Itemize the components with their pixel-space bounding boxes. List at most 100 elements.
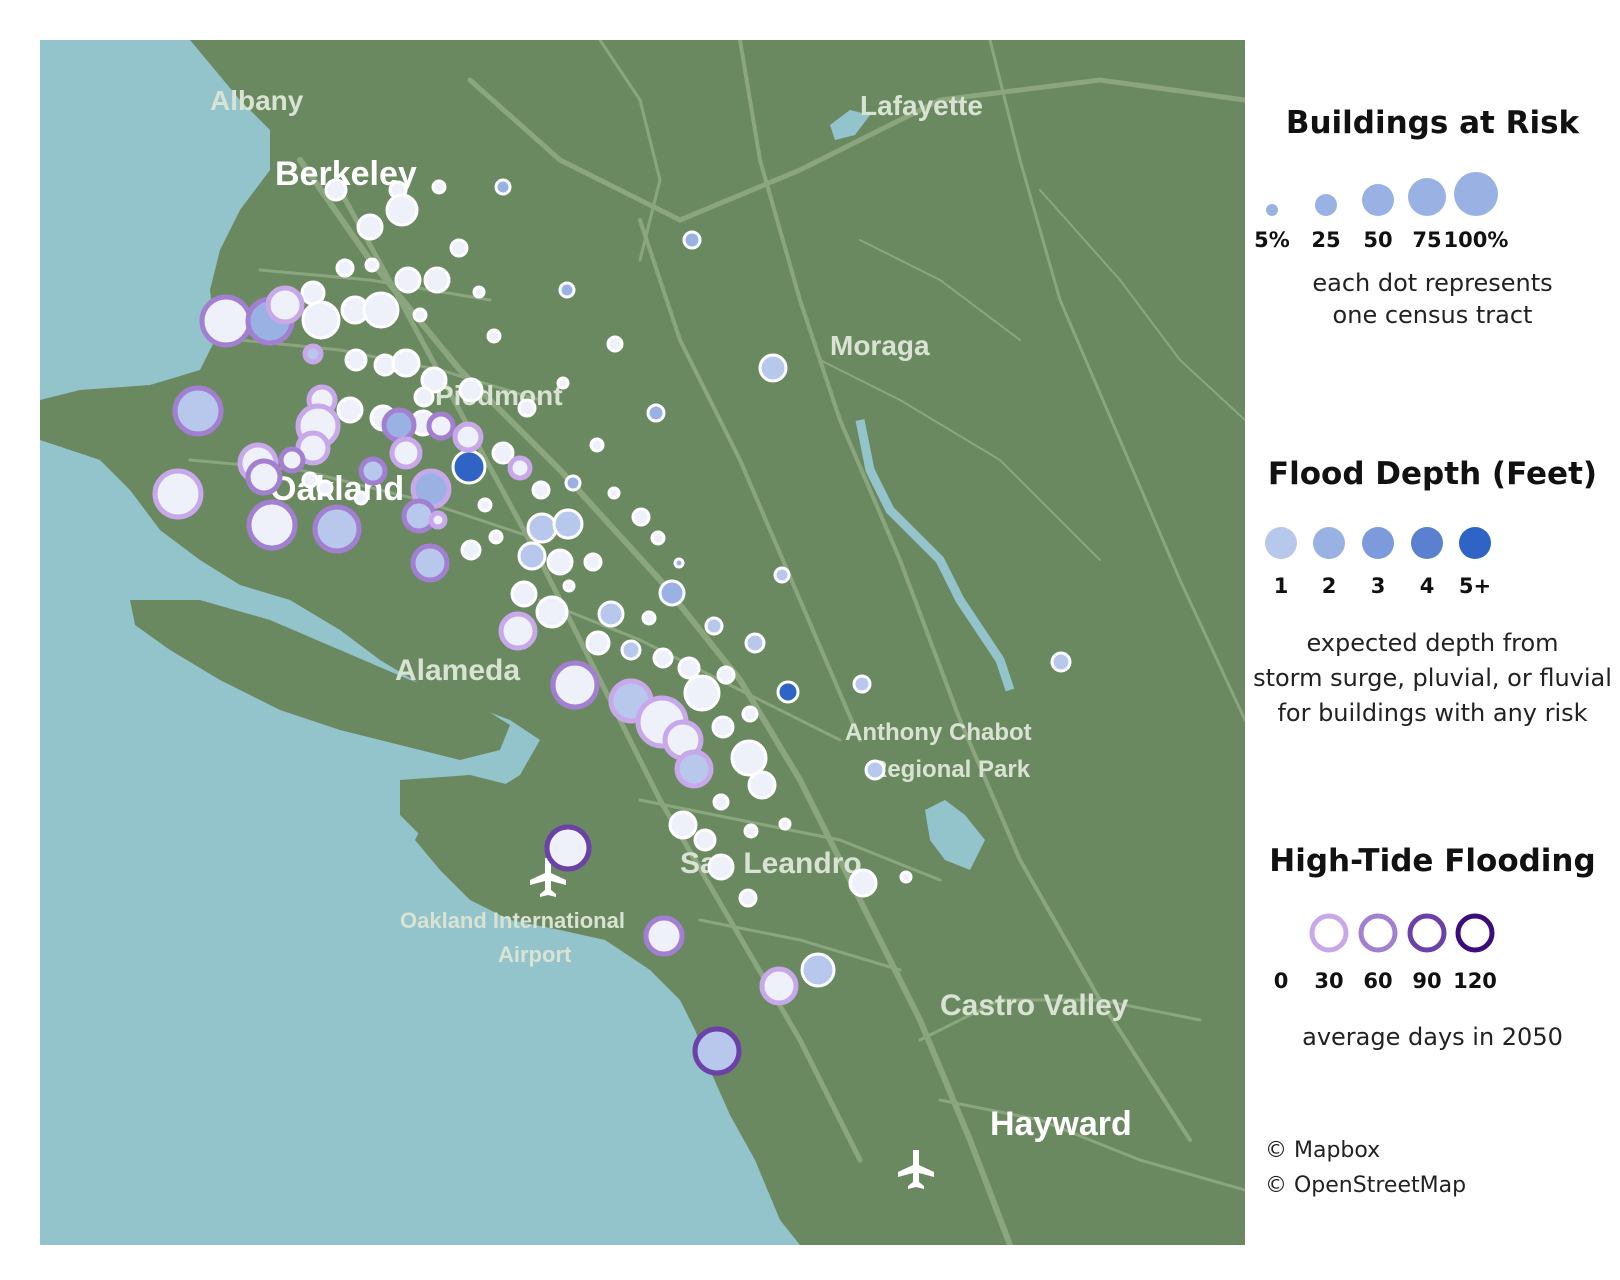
census-tract-dot[interactable]: [643, 915, 685, 957]
census-tract-dot[interactable]: [301, 471, 319, 489]
census-tract-dot[interactable]: [741, 705, 759, 723]
mapbox-credit-link[interactable]: © Mapbox: [1265, 1138, 1380, 1163]
census-tract-dot[interactable]: [738, 888, 758, 908]
census-tract-dot[interactable]: [631, 507, 651, 527]
census-tract-dot[interactable]: [428, 510, 448, 530]
census-tract-dot[interactable]: [620, 639, 642, 661]
census-tract-dot[interactable]: [491, 441, 515, 465]
census-tract-dot[interactable]: [759, 966, 799, 1006]
census-tract-dot[interactable]: [564, 474, 582, 492]
census-tract-dot[interactable]: [682, 230, 702, 250]
census-tract-dot[interactable]: [335, 258, 355, 278]
census-tract-dot[interactable]: [358, 456, 388, 486]
census-tract-dot[interactable]: [778, 817, 792, 831]
census-tract-dot[interactable]: [265, 285, 305, 325]
census-tract-dot[interactable]: [589, 437, 605, 453]
census-tract-dot[interactable]: [556, 376, 570, 390]
census-tract-dot[interactable]: [776, 680, 800, 704]
census-tract-dot[interactable]: [526, 512, 558, 544]
census-tract-dot[interactable]: [364, 257, 380, 273]
census-tract-dot[interactable]: [362, 291, 400, 329]
census-tract-dot[interactable]: [302, 343, 324, 365]
census-tract-dot[interactable]: [413, 386, 435, 408]
census-tract-dot[interactable]: [544, 824, 592, 872]
census-tract-dot[interactable]: [316, 479, 334, 497]
census-tract-dot[interactable]: [558, 281, 576, 299]
census-tract-dot[interactable]: [385, 193, 419, 227]
census-tract-dot[interactable]: [458, 377, 484, 403]
census-tract-dot[interactable]: [562, 579, 576, 593]
census-tract-dot[interactable]: [312, 504, 362, 554]
census-tract-dot[interactable]: [641, 610, 657, 626]
census-tract-dot[interactable]: [498, 611, 538, 651]
census-tract-dot[interactable]: [517, 398, 537, 418]
census-tract-dot[interactable]: [704, 616, 724, 636]
census-tract-dot[interactable]: [531, 480, 551, 500]
census-tract-dot[interactable]: [658, 579, 686, 607]
census-tract-dot[interactable]: [301, 300, 341, 340]
census-tract-dot[interactable]: [773, 566, 791, 584]
census-tract-dot[interactable]: [452, 421, 484, 453]
census-tract-dot[interactable]: [278, 446, 306, 474]
census-tract-dot[interactable]: [652, 647, 674, 669]
census-tract-dot[interactable]: [494, 178, 512, 196]
census-tract-dot[interactable]: [550, 660, 600, 710]
census-tract-dot[interactable]: [477, 497, 493, 513]
census-tract-dot[interactable]: [607, 486, 621, 500]
flood-risk-map[interactable]: Albany Berkeley Lafayette Moraga Piedmont Oak…: [40, 40, 1245, 1245]
census-tract-dot[interactable]: [711, 715, 735, 739]
census-tract-dot[interactable]: [712, 793, 730, 811]
census-tract-dot[interactable]: [1050, 651, 1072, 673]
census-tract-dot[interactable]: [381, 407, 417, 443]
census-tract-dot[interactable]: [583, 552, 603, 572]
census-tract-dot[interactable]: [199, 294, 253, 348]
census-tract-dot[interactable]: [245, 458, 283, 496]
census-tract-dot[interactable]: [344, 348, 368, 372]
census-tract-dot[interactable]: [423, 266, 451, 294]
census-tract-dot[interactable]: [391, 348, 421, 378]
census-tract-dot[interactable]: [394, 266, 422, 294]
census-tract-dot[interactable]: [353, 490, 369, 506]
census-tract-dot[interactable]: [324, 178, 348, 202]
census-tract-dot[interactable]: [431, 179, 447, 195]
census-tract-dot[interactable]: [426, 411, 456, 441]
census-tract-dot[interactable]: [668, 810, 698, 840]
census-tract-dot[interactable]: [597, 600, 625, 628]
census-tract-dot[interactable]: [730, 739, 768, 777]
census-tract-dot[interactable]: [650, 530, 666, 546]
census-tract-dot[interactable]: [693, 828, 717, 852]
census-tract-dot[interactable]: [486, 328, 502, 344]
census-tract-dot[interactable]: [356, 213, 384, 241]
census-tract-dot[interactable]: [451, 449, 487, 485]
census-tract-dot[interactable]: [716, 665, 736, 685]
osm-credit-link[interactable]: © OpenStreetMap: [1265, 1173, 1466, 1198]
census-tract-dot[interactable]: [864, 759, 886, 781]
census-tract-dot[interactable]: [852, 674, 872, 694]
census-tract-dot[interactable]: [246, 499, 298, 551]
census-tract-dot[interactable]: [517, 541, 547, 571]
census-tract-dot[interactable]: [747, 770, 777, 800]
census-tract-dot[interactable]: [546, 548, 574, 576]
census-tract-dot[interactable]: [677, 656, 701, 680]
census-tract-dot[interactable]: [410, 543, 450, 583]
census-tract-dot[interactable]: [488, 529, 504, 545]
census-tract-dot[interactable]: [744, 632, 766, 654]
census-tract-dot[interactable]: [646, 403, 666, 423]
census-tract-dot[interactable]: [673, 557, 685, 569]
census-tract-dot[interactable]: [507, 455, 533, 481]
census-tract-dot[interactable]: [692, 1026, 742, 1076]
census-tract-dot[interactable]: [758, 353, 788, 383]
census-tract-dot[interactable]: [535, 595, 569, 629]
census-tract-dot[interactable]: [172, 385, 224, 437]
census-tract-dot[interactable]: [510, 580, 538, 608]
census-tract-dot[interactable]: [674, 749, 714, 789]
census-tract-dot[interactable]: [389, 436, 423, 470]
census-tract-dot[interactable]: [800, 952, 836, 988]
census-tract-dot[interactable]: [848, 868, 878, 898]
map-canvas[interactable]: AlbanyBerkeleyLafayetteMoragaPiedmontOak…: [40, 40, 1245, 1245]
census-tract-dot[interactable]: [152, 468, 204, 520]
census-tract-dot[interactable]: [743, 823, 759, 839]
census-tract-dot[interactable]: [449, 238, 469, 258]
census-tract-dot[interactable]: [336, 396, 364, 424]
census-tract-dot[interactable]: [899, 870, 913, 884]
